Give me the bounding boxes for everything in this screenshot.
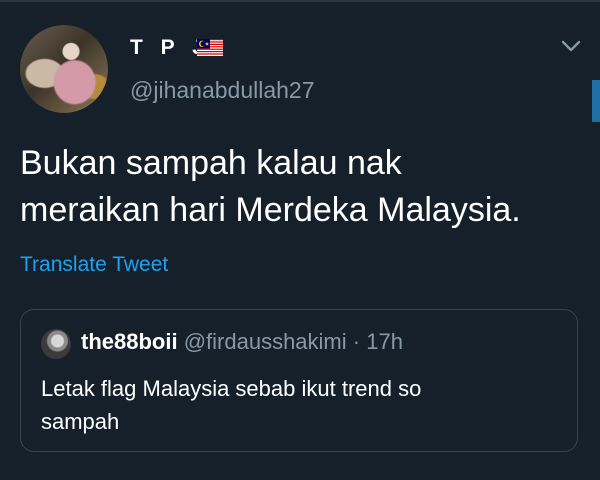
quoted-author-name[interactable]: the88boii [81,329,178,354]
top-divider [0,0,600,2]
quoted-text-line: Letak flag Malaysia sebab ikut trend so [41,376,422,401]
quoted-text-line: sampah [41,409,120,434]
quoted-author-handle[interactable]: @firdausshakimi [184,329,347,354]
quoted-tweet-card[interactable]: the88boii @firdausshakimi · 17h Letak fl… [20,309,578,452]
quoted-tweet-time[interactable]: 17h [366,329,403,354]
translate-tweet-link[interactable]: Translate Tweet [20,253,168,277]
author-avatar[interactable] [20,25,108,113]
quoted-tweet-header: the88boii @firdausshakimi · 17h [81,329,403,355]
tweet-text: Bukan sampah kalau nak meraikan hari Mer… [20,140,580,234]
tweet-text-line: Bukan sampah kalau nak [20,144,402,182]
tweet-text-line: meraikan hari Merdeka Malaysia. [20,191,521,229]
separator-dot: · [352,329,361,354]
malaysia-flag-icon [197,39,223,56]
author-handle[interactable]: @jihanabdullah27 [130,77,315,104]
quoted-author-avatar[interactable] [41,329,71,359]
chevron-down-icon[interactable] [560,38,582,54]
scroll-indicator [592,80,600,122]
quoted-tweet-text: Letak flag Malaysia sebab ikut trend so … [41,372,551,438]
